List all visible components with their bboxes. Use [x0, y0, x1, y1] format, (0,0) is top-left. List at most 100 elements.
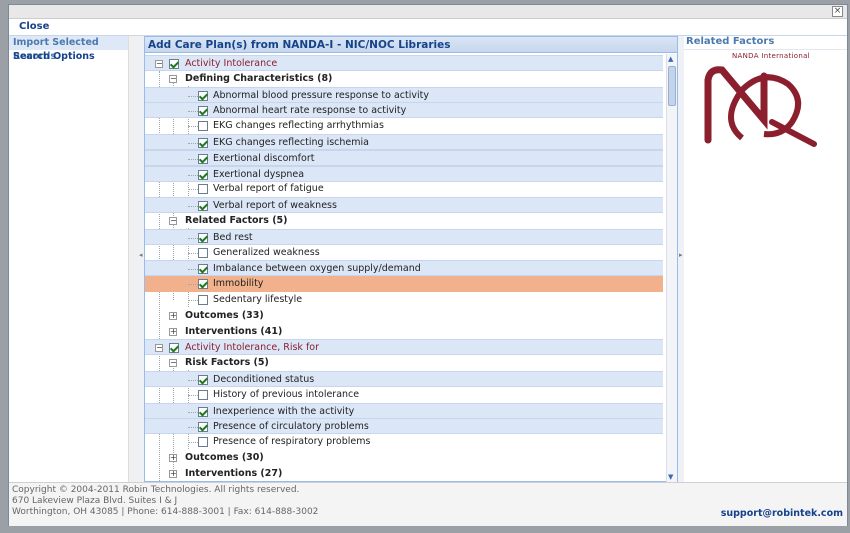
collapse-icon[interactable]: − [155, 344, 163, 353]
factor-checkbox[interactable] [198, 138, 208, 148]
dialog-footer: Copyright © 2004-2011 Robin Technologies… [9, 482, 847, 526]
factor-label: Exertional discomfort [213, 152, 315, 164]
collapse-right-icon[interactable]: ▸ [679, 251, 683, 259]
group-row[interactable]: + Outcomes (30) [145, 450, 663, 466]
group-label: Outcomes (33) [185, 309, 264, 321]
factor-row[interactable]: Abnormal blood pressure response to acti… [145, 86, 663, 103]
factor-checkbox[interactable] [198, 153, 208, 164]
factor-checkbox[interactable] [198, 279, 208, 290]
group-row[interactable]: − Risk Factors (5) [145, 355, 663, 371]
factor-label: Immobility [213, 278, 264, 290]
tree-connector [188, 206, 198, 208]
group-row[interactable]: − Related Factors (5) [145, 213, 663, 229]
tree-connector [188, 252, 198, 254]
factor-checkbox[interactable] [198, 406, 208, 417]
factor-label: EKG changes reflecting arrhythmias [213, 120, 384, 132]
collapse-icon[interactable]: − [169, 359, 177, 368]
factor-row[interactable]: Immobility [145, 276, 663, 293]
tree-connector [188, 284, 198, 286]
factor-checkbox[interactable] [198, 106, 208, 117]
group-label: Related Factors (5) [185, 215, 288, 226]
factor-row[interactable]: Exertional dyspnea [145, 165, 663, 182]
diagnosis-row[interactable]: − Activity Intolerance [145, 55, 663, 71]
diagnosis-checkbox[interactable] [169, 343, 179, 354]
collapse-icon[interactable]: − [169, 217, 177, 225]
factor-row[interactable]: EKG changes reflecting ischemia [145, 134, 663, 150]
factor-checkbox[interactable] [198, 232, 208, 243]
factor-row[interactable]: Presence of circulatory problems [145, 418, 663, 435]
factor-row[interactable]: Abnormal heart rate response to activity [145, 102, 663, 119]
factor-row[interactable]: EKG changes reflecting arrhythmias [145, 118, 663, 134]
group-row[interactable]: + Interventions (41) [145, 324, 663, 340]
factor-row[interactable]: Verbal report of weakness [145, 197, 663, 214]
factor-checkbox[interactable] [198, 90, 208, 101]
tree-scrollbar[interactable]: ▲ ▼ [666, 54, 677, 482]
group-label: Interventions (41) [185, 325, 283, 337]
factor-label: Sedentary lifestyle [213, 294, 303, 305]
factor-label: Abnormal blood pressure response to acti… [213, 89, 429, 101]
factor-label: Exertional dyspnea [213, 168, 305, 180]
tree-connector [188, 143, 198, 144]
collapse-icon[interactable]: − [169, 74, 177, 83]
tree-connector [188, 300, 198, 301]
diagnosis-label: Activity Intolerance, Risk for [185, 342, 320, 354]
library-panel: Add Care Plan(s) from NANDA-I - NIC/NOC … [144, 36, 678, 482]
factor-row[interactable]: Inexperience with the activity [145, 402, 663, 419]
group-label: Defining Characteristics (8) [185, 72, 333, 84]
factor-label: Generalized weakness [213, 246, 320, 258]
factor-checkbox[interactable] [198, 437, 208, 448]
group-label: Outcomes (30) [185, 452, 264, 463]
factor-checkbox[interactable] [198, 184, 208, 195]
group-row[interactable]: + Outcomes (33) [145, 308, 663, 324]
expand-icon[interactable]: + [169, 311, 177, 320]
expand-icon[interactable]: + [169, 327, 177, 336]
diagnosis-row[interactable]: − Activity Intolerance, Risk for [145, 339, 663, 356]
factor-checkbox[interactable] [198, 295, 208, 305]
tree-connector [188, 111, 198, 113]
factor-label: Verbal report of fatigue [213, 183, 324, 195]
support-email-link[interactable]: support@robintek.com [721, 508, 843, 519]
factor-row[interactable]: Verbal report of fatigue [145, 181, 663, 197]
factor-label: Deconditioned status [213, 374, 315, 385]
expand-icon[interactable]: + [169, 454, 177, 462]
factor-row[interactable]: Sedentary lifestyle [145, 292, 663, 308]
factor-row[interactable]: Presence of respiratory problems [145, 434, 663, 450]
care-plan-dialog: × Close Import Selected Records Search O… [8, 4, 848, 526]
collapse-icon[interactable]: − [155, 60, 163, 68]
expand-icon[interactable]: + [169, 469, 177, 478]
factor-checkbox[interactable] [198, 375, 208, 385]
diagnosis-checkbox[interactable] [169, 59, 179, 69]
scroll-down-icon[interactable]: ▼ [668, 473, 673, 481]
search-options-button[interactable]: Search Options [9, 50, 138, 64]
group-label: Interventions (27) [185, 467, 283, 479]
factor-row[interactable]: Bed rest [145, 228, 663, 245]
group-row[interactable]: + Interventions (27) [145, 466, 663, 482]
factor-label: Presence of respiratory problems [213, 436, 371, 448]
care-plan-tree: − Activity Intolerance − Defining Character… [145, 54, 667, 482]
factor-checkbox[interactable] [198, 121, 208, 132]
close-button[interactable]: Close [19, 21, 49, 32]
factor-checkbox[interactable] [198, 422, 208, 433]
factor-checkbox[interactable] [198, 247, 208, 258]
close-icon[interactable]: × [832, 6, 843, 17]
group-row[interactable]: − Defining Characteristics (8) [145, 71, 663, 87]
scroll-up-icon[interactable]: ▲ [668, 55, 673, 63]
factor-checkbox[interactable] [198, 169, 208, 180]
factor-row[interactable]: Imbalance between oxygen supply/demand [145, 260, 663, 277]
scroll-thumb[interactable] [668, 66, 676, 106]
factor-row[interactable]: Exertional discomfort [145, 149, 663, 166]
import-selected-records-button[interactable]: Import Selected Records [9, 36, 138, 62]
factor-checkbox[interactable] [198, 201, 208, 212]
left-menu: Import Selected Records Search Options [9, 36, 139, 482]
factor-row[interactable]: Generalized weakness [145, 245, 663, 261]
factor-row[interactable]: Deconditioned status [145, 371, 663, 387]
tree-connector [188, 394, 198, 396]
factor-label: Bed rest [213, 231, 253, 243]
factor-checkbox[interactable] [198, 389, 208, 400]
factor-row[interactable]: History of previous intolerance [145, 387, 663, 403]
factor-label: Abnormal heart rate response to activity [213, 105, 407, 117]
factor-checkbox[interactable] [198, 264, 208, 275]
left-scrollbar[interactable] [128, 36, 138, 482]
tree-connector [188, 411, 198, 413]
collapse-left-icon[interactable]: ◂ [139, 251, 143, 259]
